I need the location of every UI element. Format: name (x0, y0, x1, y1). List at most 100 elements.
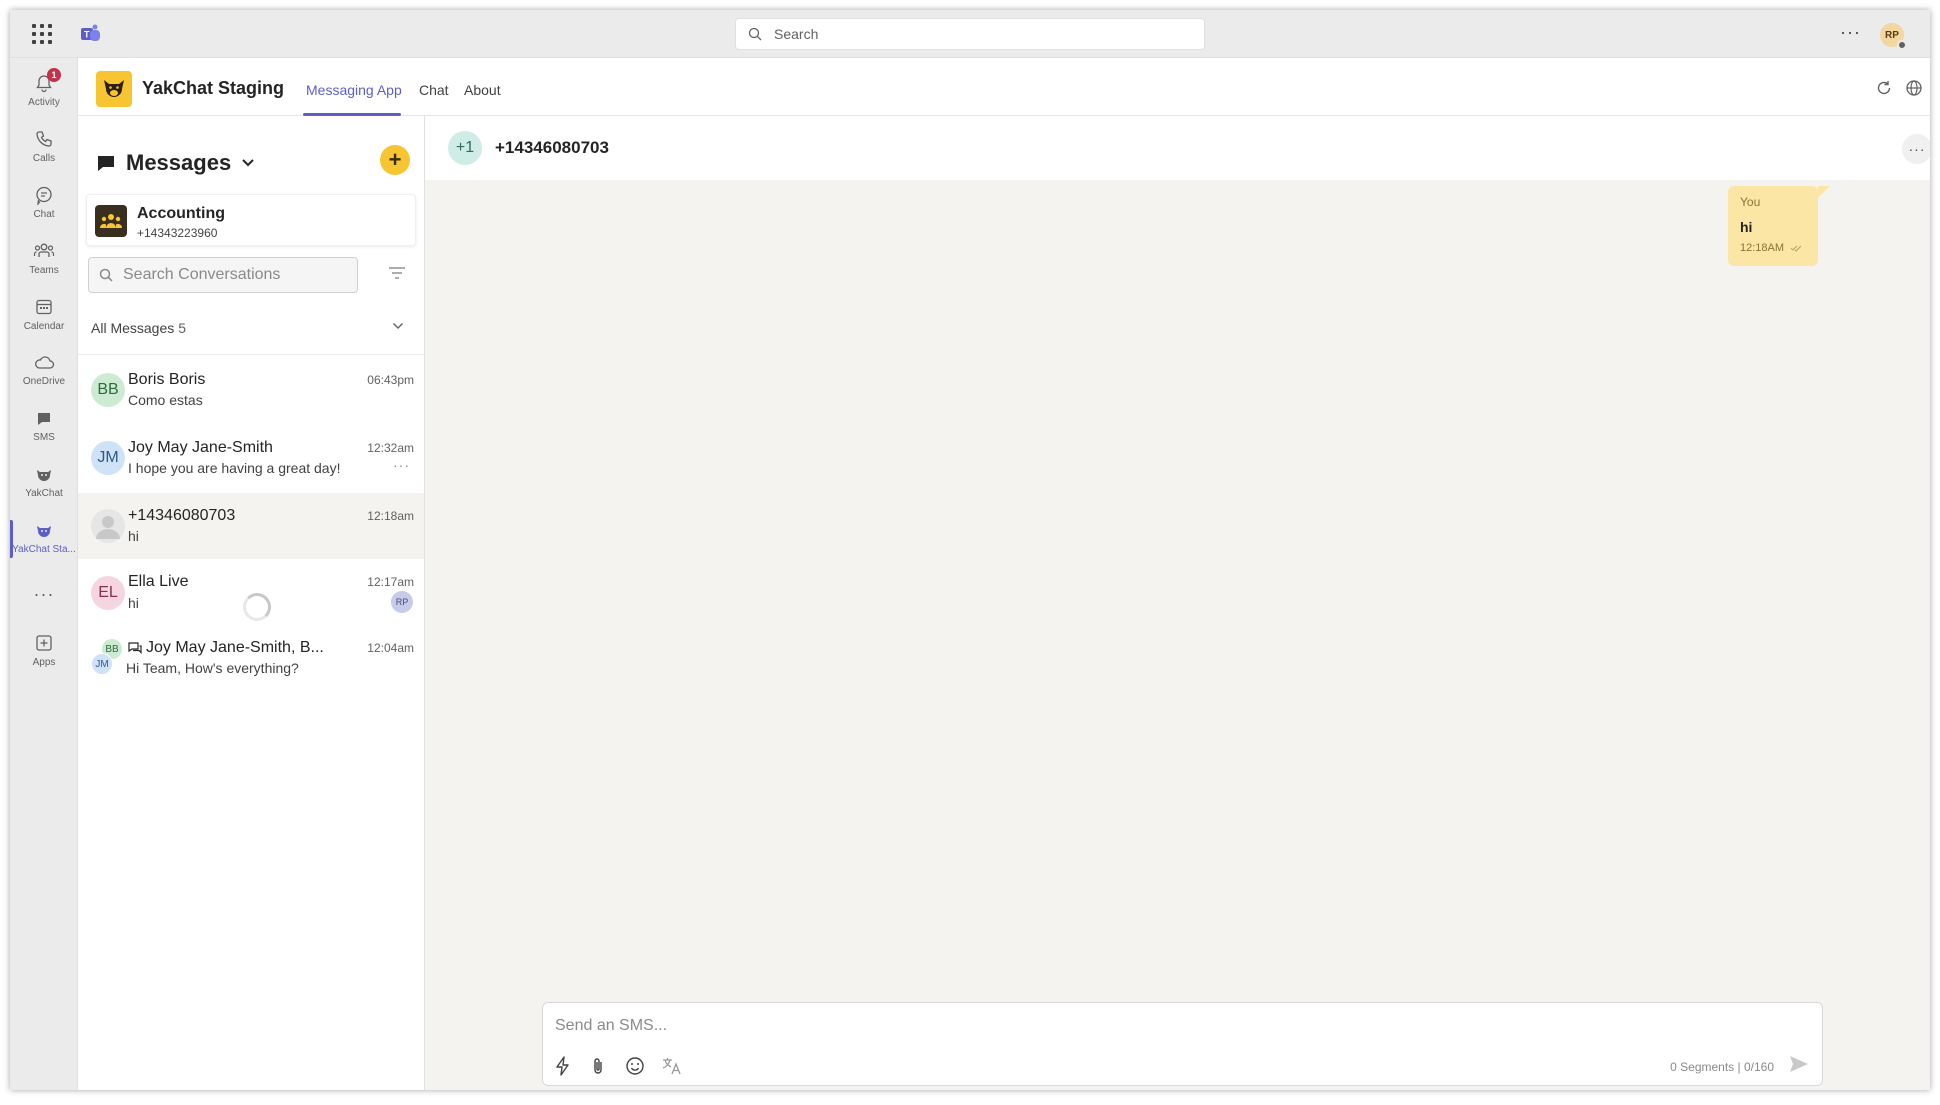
translate-icon[interactable] (661, 1056, 683, 1076)
message-time: 12:18AM (1740, 242, 1785, 254)
yak-logo-icon (104, 80, 124, 97)
add-app-icon (36, 634, 52, 651)
more-options-icon[interactable]: ··· (1840, 22, 1861, 43)
search-icon (99, 268, 113, 282)
message-preview: I hope you are having a great day! (128, 460, 341, 476)
rail-more-apps[interactable]: ··· (10, 568, 78, 620)
conversation-more-icon[interactable]: ··· (393, 457, 410, 473)
conversation-item[interactable]: +14346080703 hi 12:18am (78, 493, 424, 559)
message-sender: You (1740, 195, 1761, 209)
attach-icon[interactable] (591, 1056, 605, 1076)
rail-sms[interactable]: SMS (10, 400, 78, 452)
top-bar: T Search ··· RP (10, 10, 1930, 58)
conversation-item[interactable]: BB Boris Boris Como estas 06:43pm (78, 357, 424, 423)
teams-logo-icon: T (81, 24, 100, 41)
rail-teams[interactable]: Teams (10, 232, 78, 284)
chat-header: +1 +14346080703 ··· (425, 116, 1930, 180)
message-time: 12:04am (367, 641, 414, 655)
global-search-placeholder: Search (774, 26, 819, 42)
calendar-icon (36, 299, 52, 314)
search-conversations-input[interactable]: Search Conversations (88, 257, 358, 293)
chat-more-options-button[interactable]: ··· (1902, 134, 1930, 164)
all-messages-filter[interactable]: All Messages 5 (91, 320, 186, 336)
message-time: 12:17am (367, 575, 414, 589)
rail-label: Calendar (23, 320, 65, 332)
lightning-icon[interactable] (555, 1056, 571, 1076)
chat-title: +14346080703 (495, 138, 609, 157)
cloud-icon (35, 355, 55, 369)
contact-name: Joy May Jane-Smith (128, 439, 273, 456)
account-name: Accounting (137, 205, 225, 222)
contact-avatar: JM (91, 441, 125, 475)
contact-name: Joy May Jane-Smith, B... (146, 639, 324, 656)
tab-chat[interactable]: Chat (419, 82, 449, 98)
rail-label: OneDrive (22, 375, 66, 387)
app-title: YakChat Staging (142, 78, 285, 98)
chat-body (425, 180, 1930, 1090)
conversation-item[interactable]: EL Ella Live hi 12:17am RP (78, 559, 424, 625)
search-conversations-placeholder: Search Conversations (123, 266, 281, 283)
conversation-item[interactable]: JM Joy May Jane-Smith I hope you are hav… (78, 425, 424, 491)
messages-title: Messages (126, 150, 232, 175)
message-preview: hi (128, 528, 139, 544)
message-composer[interactable]: Send an SMS... 0 Segments | 0/160 (542, 1002, 1823, 1086)
global-search-input[interactable]: Search (735, 18, 1205, 50)
account-phone: +14343223960 (137, 226, 218, 240)
chat-bubble-icon (36, 186, 52, 205)
yakchat-staging-icon (37, 525, 51, 537)
refresh-icon[interactable] (1875, 79, 1893, 97)
message-text: hi (1740, 219, 1753, 235)
globe-icon[interactable] (1905, 79, 1923, 97)
yakchat-icon (37, 469, 51, 481)
rail-calendar[interactable]: Calendar (10, 288, 78, 340)
chevron-down-icon[interactable] (392, 322, 404, 330)
user-avatar[interactable]: RP (1880, 23, 1907, 50)
tab-messaging-app[interactable]: Messaging App (306, 82, 402, 98)
notification-badge: 1 (47, 68, 61, 82)
yakchat-logo (96, 71, 132, 107)
contact-name: +14346080703 (128, 507, 236, 524)
sms-input[interactable]: Send an SMS... (555, 1017, 667, 1035)
rail-label: Chat (33, 208, 55, 220)
account-card[interactable]: Accounting +14343223960 (86, 194, 416, 246)
filter-icon[interactable] (388, 266, 406, 280)
rail-yakchat[interactable]: YakChat (10, 456, 78, 508)
contact-avatar: EL (91, 576, 125, 610)
emoji-icon[interactable] (625, 1056, 645, 1076)
conversation-panel: Messages + Accounting +14343223960 Searc… (78, 116, 425, 1090)
phone-icon (36, 130, 52, 147)
app-launcher-icon[interactable] (32, 24, 52, 44)
message-preview: Como estas (128, 392, 203, 408)
rail-label: YakChat (25, 487, 63, 499)
assignee-avatar: RP (391, 591, 413, 613)
rail-onedrive[interactable]: OneDrive (10, 344, 78, 396)
rail-label: YakChat Sta... (12, 543, 76, 555)
svg-text:T: T (84, 30, 90, 40)
message-icon (98, 156, 114, 171)
messages-header[interactable]: Messages (96, 150, 255, 176)
rail-label: Teams (29, 264, 59, 276)
rail-label: SMS (33, 431, 55, 443)
rail-label: Apps (32, 656, 56, 668)
send-icon[interactable] (1788, 1053, 1810, 1075)
user-initials: RP (1885, 29, 1899, 41)
rail-yakchat-staging[interactable]: YakChat Sta... (10, 512, 78, 564)
search-icon (748, 27, 762, 41)
rail-chat[interactable]: Chat (10, 176, 78, 228)
rail-activity[interactable]: Activity 1 (10, 64, 78, 116)
app-header: YakChat Staging Messaging App Chat About (78, 58, 1930, 116)
chevron-down-icon (242, 159, 254, 167)
presence-indicator (1897, 40, 1907, 50)
message-preview: Hi Team, How's everything? (126, 660, 299, 676)
group-icon (95, 205, 127, 237)
person-icon (96, 516, 120, 539)
message-bubble: You hi 12:18AM (1728, 186, 1830, 266)
contact-avatar: BB (91, 373, 125, 407)
new-message-button[interactable]: + (380, 145, 410, 175)
conversation-item[interactable]: BB JM Joy May Jane-Smith, B... Hi Team, … (78, 627, 424, 693)
rail-calls[interactable]: Calls (10, 120, 78, 172)
tab-about[interactable]: About (464, 82, 501, 98)
rail-apps[interactable]: Apps (10, 624, 78, 676)
teams-window: T Search ··· RP Activity 1 Calls Chat Te… (10, 10, 1930, 1090)
all-messages-count: 5 (178, 320, 187, 336)
